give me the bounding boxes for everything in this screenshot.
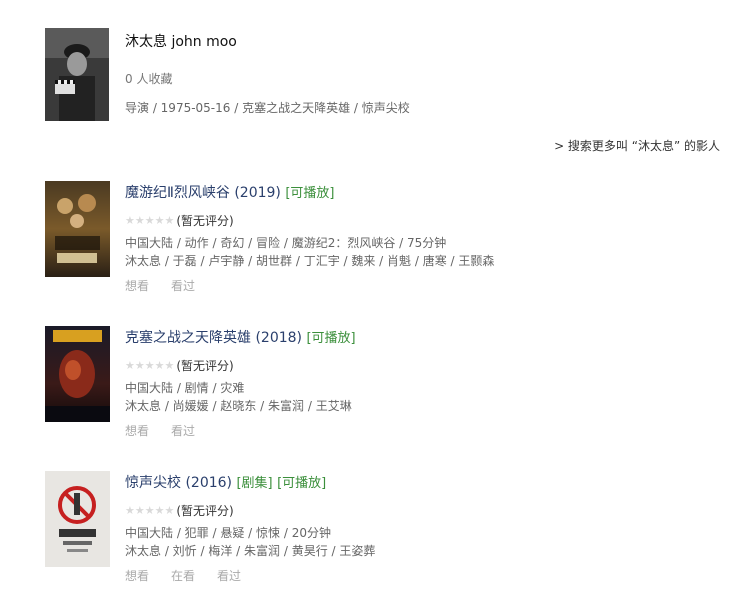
movie-title[interactable]: 克塞之战之天降英雄 (2018) — [125, 330, 302, 346]
movie-rating: ★ ★ ★ ★ ★ (暂无评分) — [125, 502, 234, 519]
watched-button[interactable]: 看过 — [217, 569, 241, 583]
star-icon: ★ — [154, 358, 165, 372]
movie-rating: ★ ★ ★ ★ ★ (暂无评分) — [125, 212, 234, 229]
movie-title-line: 魔游纪Ⅱ烈风峡谷 (2019) [可播放] — [125, 182, 335, 202]
movie-item: 克塞之战之天降英雄 (2018) [可播放] ★ ★ ★ ★ ★ (暂无评分) 中国大陆… — [45, 326, 725, 439]
movie-info: 中国大陆 / 犯罪 / 悬疑 / 惊悚 / 20分钟 沐太息 / 刘忻 / 梅洋… — [125, 524, 375, 560]
movie-title[interactable]: 惊声尖校 (2016) — [125, 475, 232, 491]
star-icon: ★ — [134, 503, 145, 517]
star-icon: ★ — [164, 358, 175, 372]
want-to-watch-button[interactable]: 想看 — [125, 279, 149, 293]
movie-cast: 沐太息 / 于磊 / 卢宇静 / 胡世群 / 丁汇宇 / 魏来 / 肖魁 / 唐… — [125, 254, 495, 268]
star-icon: ★ — [144, 358, 155, 372]
movie-rating: ★ ★ ★ ★ ★ (暂无评分) — [125, 357, 234, 374]
want-to-watch-button[interactable]: 想看 — [125, 569, 149, 583]
star-icon: ★ — [144, 503, 155, 517]
want-to-watch-button[interactable]: 想看 — [125, 424, 149, 438]
star-icon: ★ — [125, 358, 135, 372]
movie-title[interactable]: 魔游纪Ⅱ烈风峡谷 (2019) — [125, 185, 281, 201]
star-icon: ★ — [125, 213, 135, 227]
movie-actions: 想看 看过 — [125, 277, 217, 294]
movie-info: 中国大陆 / 剧情 / 灾难 沐太息 / 尚媛媛 / 赵晓东 / 朱富润 / 王… — [125, 379, 352, 415]
playable-tag[interactable]: [可播放] — [285, 186, 334, 201]
person-photo-image — [45, 28, 109, 121]
star-icon: ★ — [134, 358, 145, 372]
movie-title-line: 惊声尖校 (2016) [剧集] [可播放] — [125, 472, 326, 492]
rating-stars: ★ ★ ★ ★ ★ — [125, 213, 175, 227]
movie-genres: 中国大陆 / 动作 / 奇幻 / 冒险 / 魔游纪2：烈风峡谷 / 75分钟 — [125, 236, 447, 250]
poster-image — [45, 181, 110, 277]
star-icon: ★ — [164, 503, 175, 517]
movie-actions: 想看 看过 — [125, 422, 217, 439]
movie-title-line: 克塞之战之天降英雄 (2018) [可播放] — [125, 327, 356, 347]
movie-item: 惊声尖校 (2016) [剧集] [可播放] ★ ★ ★ ★ ★ (暂无评分) 中国大陆… — [45, 471, 725, 584]
movie-poster[interactable] — [45, 181, 110, 277]
poster-image — [45, 471, 110, 567]
movie-poster[interactable] — [45, 326, 110, 422]
star-icon: ★ — [154, 213, 165, 227]
playable-tag[interactable]: [可播放] — [306, 331, 355, 346]
star-icon: ★ — [164, 213, 175, 227]
playable-tag[interactable]: [可播放] — [277, 476, 326, 491]
movie-genres: 中国大陆 / 剧情 / 灾难 — [125, 381, 245, 395]
movie-info: 中国大陆 / 动作 / 奇幻 / 冒险 / 魔游纪2：烈风峡谷 / 75分钟 沐… — [125, 234, 494, 270]
watched-button[interactable]: 看过 — [171, 279, 195, 293]
person-name[interactable]: 沐太息 john moo — [125, 31, 237, 51]
poster-image — [45, 326, 110, 422]
movie-item: 魔游纪Ⅱ烈风峡谷 (2019) [可播放] ★ ★ ★ ★ ★ (暂无评分) 中国大陆 … — [45, 181, 725, 294]
star-icon: ★ — [144, 213, 155, 227]
star-icon: ★ — [154, 503, 165, 517]
search-more-link[interactable]: > 搜索更多叫 “沐太息” 的影人 — [554, 137, 720, 154]
movie-cast: 沐太息 / 尚媛媛 / 赵晓东 / 朱富润 / 王艾琳 — [125, 399, 352, 413]
rating-text: (暂无评分) — [176, 214, 234, 228]
movie-poster[interactable] — [45, 471, 110, 567]
star-icon: ★ — [134, 213, 145, 227]
person-favorites-count: 0 人收藏 — [125, 72, 173, 86]
movie-genres: 中国大陆 / 犯罪 / 悬疑 / 惊悚 / 20分钟 — [125, 526, 331, 540]
rating-stars: ★ ★ ★ ★ ★ — [125, 503, 175, 517]
rating-stars: ★ ★ ★ ★ ★ — [125, 358, 175, 372]
person-meta: 导演 / 1975-05-16 / 克塞之战之天降英雄 / 惊声尖校 — [125, 101, 410, 115]
watched-button[interactable]: 看过 — [171, 424, 195, 438]
person-photo[interactable] — [45, 28, 109, 121]
star-icon: ★ — [125, 503, 135, 517]
watching-button[interactable]: 在看 — [171, 569, 195, 583]
movie-cast: 沐太息 / 刘忻 / 梅洋 / 朱富润 / 黄昊行 / 王姿葬 — [125, 544, 376, 558]
rating-text: (暂无评分) — [176, 359, 234, 373]
movie-actions: 想看 在看 看过 — [125, 567, 263, 584]
rating-text: (暂无评分) — [176, 504, 234, 518]
series-tag[interactable]: [剧集] — [236, 476, 272, 491]
